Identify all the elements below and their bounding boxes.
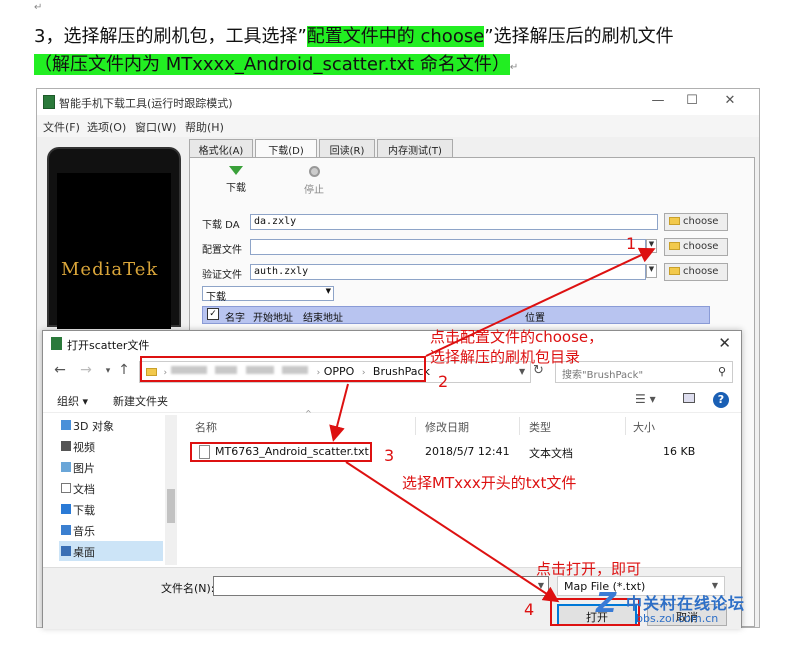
step-number-4: 4	[524, 600, 535, 619]
annotation-step1-line2: 选择解压的刷机包目录	[430, 348, 581, 366]
annotation-step3: 选择MTxxx开头的txt文件	[402, 474, 577, 492]
annotation-step4: 点击打开，即可	[536, 560, 642, 578]
step-number-1: 1	[626, 234, 637, 253]
annotation-arrows	[329, 247, 656, 603]
arrow-to-file	[329, 383, 349, 442]
watermark-title: 中关村在线论坛	[626, 594, 746, 613]
annotation-step1-line1: 点击配置文件的choose，	[430, 328, 604, 346]
watermark-url: bbs.zol.com.cn	[636, 612, 719, 625]
step-number-2: 2	[438, 372, 449, 391]
step-number-3: 3	[384, 446, 395, 465]
zol-logo-icon: Z	[596, 586, 617, 619]
